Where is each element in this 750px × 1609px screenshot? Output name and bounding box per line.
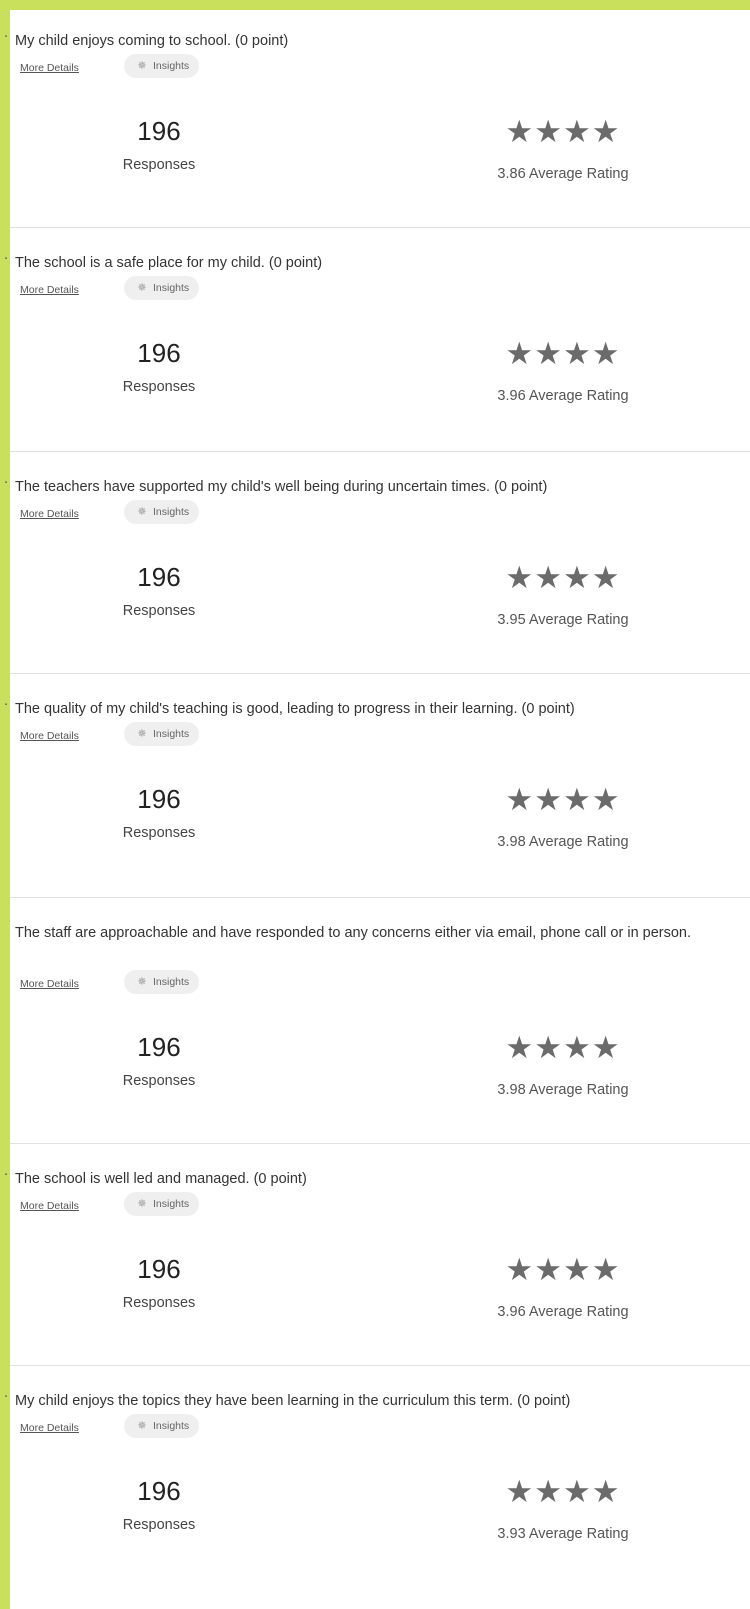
question-title: The school is well led and managed. (0 p… bbox=[15, 1171, 307, 1187]
lightbulb-icon: ✵ bbox=[137, 728, 147, 740]
star-rating-icon: ★★★★ bbox=[505, 782, 621, 818]
question-text: .The staff are approachable and have res… bbox=[10, 914, 750, 945]
responses-count: 196 bbox=[137, 338, 181, 368]
question-text: . The teachers have supported my child's … bbox=[4, 468, 745, 499]
question-card: . The school is a safe place for my child… bbox=[4, 232, 750, 452]
more-details-link[interactable]: More Details bbox=[20, 508, 79, 520]
star-rating-icon: ★★★★ bbox=[505, 560, 621, 596]
responses-label: Responses bbox=[122, 157, 196, 173]
average-rating: 3.98 Average Rating bbox=[497, 834, 629, 850]
question-number: . bbox=[4, 1385, 9, 1401]
lightbulb-icon: ✵ bbox=[137, 60, 147, 72]
question-card: . My child enjoys coming to school. (0 po… bbox=[4, 10, 750, 228]
insights-button[interactable]: ✵ Insights bbox=[124, 500, 200, 524]
star-rating-icon: ★★★★ bbox=[505, 1030, 621, 1066]
question-card: . The quality of my child's teaching is g… bbox=[4, 678, 750, 898]
question-title: The quality of my child's teaching is go… bbox=[15, 701, 575, 717]
survey-results-panel: . My child enjoys coming to school. (0 po… bbox=[4, 10, 750, 1609]
insights-label: Insights bbox=[153, 506, 190, 518]
responses-label: Responses bbox=[122, 379, 196, 395]
question-number: . bbox=[4, 247, 9, 263]
insights-label: Insights bbox=[153, 60, 190, 72]
responses-label: Responses bbox=[122, 603, 196, 619]
question-text: . My child enjoys the topics they have be… bbox=[4, 1382, 745, 1413]
question-title: The teachers have supported my child's w… bbox=[15, 479, 548, 495]
average-rating: 3.98 Average Rating bbox=[497, 1082, 629, 1098]
question-text: . The school is a safe place for my child… bbox=[4, 244, 745, 275]
question-number: . bbox=[4, 1163, 9, 1179]
card-divider bbox=[10, 227, 750, 228]
question-number: . bbox=[4, 914, 15, 937]
responses-count: 196 bbox=[137, 1254, 181, 1284]
lightbulb-icon: ✵ bbox=[137, 1198, 147, 1210]
question-number: . bbox=[4, 471, 9, 487]
average-rating: 3.96 Average Rating bbox=[497, 388, 629, 404]
question-card: . The teachers have supported my child's … bbox=[4, 456, 750, 674]
insights-button[interactable]: ✵ Insights bbox=[124, 276, 200, 300]
more-details-link[interactable]: More Details bbox=[20, 978, 79, 990]
average-rating: 3.86 Average Rating bbox=[497, 166, 629, 182]
star-rating-icon: ★★★★ bbox=[505, 114, 621, 150]
insights-button[interactable]: ✵ Insights bbox=[124, 970, 200, 994]
question-title: The staff are approachable and have resp… bbox=[15, 925, 692, 941]
lightbulb-icon: ✵ bbox=[137, 282, 147, 294]
card-divider bbox=[10, 451, 750, 452]
star-rating-icon: ★★★★ bbox=[505, 1474, 621, 1510]
question-card: . The school is well led and managed. (0 … bbox=[4, 1148, 750, 1366]
question-card: . My child enjoys the topics they have be… bbox=[4, 1370, 750, 1609]
insights-label: Insights bbox=[153, 282, 190, 294]
question-number: . bbox=[4, 25, 9, 41]
more-details-link[interactable]: More Details bbox=[20, 62, 79, 74]
insights-button[interactable]: ✵ Insights bbox=[124, 1192, 200, 1216]
question-title: My child enjoys coming to school. (0 poi… bbox=[15, 33, 289, 49]
insights-label: Insights bbox=[153, 976, 190, 988]
card-divider bbox=[10, 673, 750, 674]
average-rating: 3.93 Average Rating bbox=[497, 1526, 629, 1542]
insights-button[interactable]: ✵ Insights bbox=[124, 54, 200, 78]
lightbulb-icon: ✵ bbox=[137, 1420, 147, 1432]
lightbulb-icon: ✵ bbox=[137, 506, 147, 518]
responses-count: 196 bbox=[137, 116, 181, 146]
star-rating-icon: ★★★★ bbox=[505, 336, 621, 372]
responses-label: Responses bbox=[122, 1073, 196, 1089]
insights-button[interactable]: ✵ Insights bbox=[124, 1414, 200, 1438]
more-details-link[interactable]: More Details bbox=[20, 1422, 79, 1434]
insights-label: Insights bbox=[153, 1198, 190, 1210]
question-title: The school is a safe place for my child.… bbox=[15, 255, 323, 271]
insights-button[interactable]: ✵ Insights bbox=[124, 722, 200, 746]
responses-label: Responses bbox=[122, 1295, 196, 1311]
card-divider bbox=[10, 1365, 750, 1366]
responses-count: 196 bbox=[137, 1032, 181, 1062]
question-text: . My child enjoys coming to school. (0 po… bbox=[4, 22, 745, 53]
responses-count: 196 bbox=[137, 784, 181, 814]
responses-count: 196 bbox=[137, 1476, 181, 1506]
card-divider bbox=[10, 1143, 750, 1144]
more-details-link[interactable]: More Details bbox=[20, 1200, 79, 1212]
more-details-link[interactable]: More Details bbox=[20, 730, 79, 742]
question-number: . bbox=[4, 693, 9, 709]
average-rating: 3.96 Average Rating bbox=[497, 1304, 629, 1320]
question-text: . The school is well led and managed. (0 … bbox=[4, 1160, 745, 1191]
star-rating-icon: ★★★★ bbox=[505, 1252, 621, 1288]
lightbulb-icon: ✵ bbox=[137, 976, 147, 988]
average-rating: 3.95 Average Rating bbox=[497, 612, 629, 628]
card-divider bbox=[10, 897, 750, 898]
insights-label: Insights bbox=[153, 1420, 190, 1432]
question-card: .The staff are approachable and have res… bbox=[10, 902, 750, 1144]
insights-label: Insights bbox=[153, 728, 190, 740]
question-text: . The quality of my child's teaching is g… bbox=[4, 690, 745, 721]
more-details-link[interactable]: More Details bbox=[20, 284, 79, 296]
responses-label: Responses bbox=[122, 825, 196, 841]
question-title: My child enjoys the topics they have bee… bbox=[15, 1393, 571, 1409]
responses-count: 196 bbox=[137, 562, 181, 592]
responses-label: Responses bbox=[122, 1517, 196, 1533]
